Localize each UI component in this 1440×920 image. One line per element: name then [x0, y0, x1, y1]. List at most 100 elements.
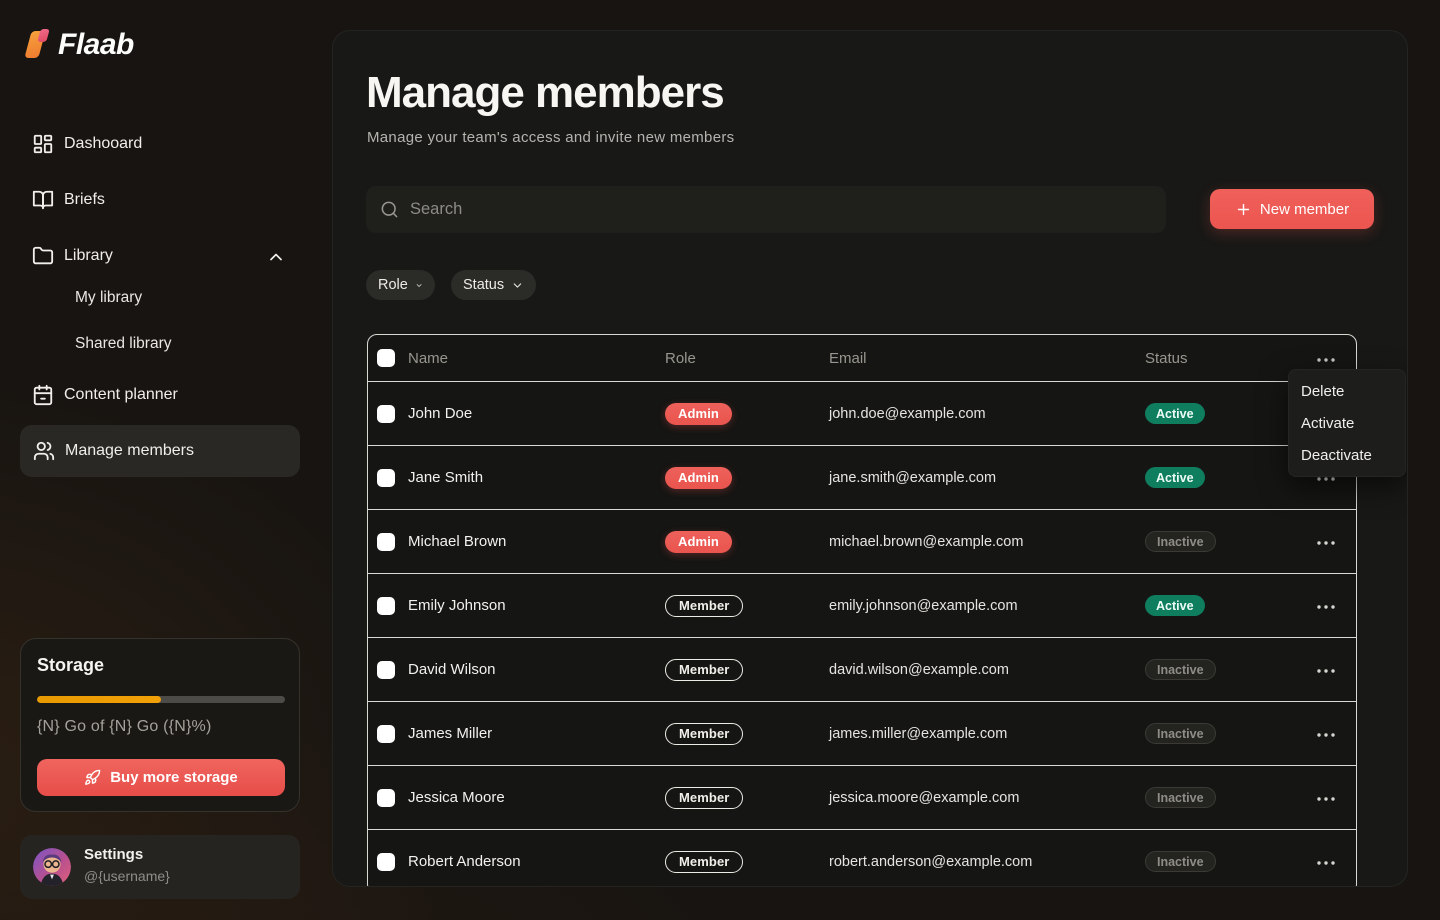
member-email: jane.smith@example.com: [829, 470, 1145, 486]
column-header-role: Role: [665, 350, 829, 367]
search-input[interactable]: [410, 186, 1150, 233]
folder-icon: [32, 245, 54, 267]
row-actions-button[interactable]: [1313, 535, 1339, 551]
row-checkbox[interactable]: [377, 661, 395, 679]
table-row: Emily Johnson Member emily.johnson@examp…: [368, 573, 1356, 637]
sidebar-item-content-planner[interactable]: Content planner: [0, 377, 300, 413]
member-name: John Doe: [408, 405, 665, 422]
row-actions-button[interactable]: [1313, 855, 1339, 871]
member-name: Michael Brown: [408, 533, 665, 550]
member-email: michael.brown@example.com: [829, 534, 1145, 550]
sidebar-item-manage-members[interactable]: Manage members: [20, 425, 300, 477]
ellipsis-icon: [1317, 733, 1335, 737]
chevron-up-icon[interactable]: [266, 247, 286, 267]
row-context-menu: Delete Activate Deactivate: [1288, 369, 1406, 477]
ellipsis-icon: [1317, 541, 1335, 545]
status-filter-label: Status: [463, 277, 504, 293]
sidebar: Flaab Dashooard Briefs Library My librar…: [0, 0, 332, 920]
flaab-logo-icon: [24, 26, 52, 64]
profile-settings[interactable]: Settings @{username}: [20, 835, 300, 899]
role-filter-dropdown[interactable]: Role: [366, 270, 435, 300]
sidebar-item-label: Library: [64, 247, 113, 265]
menu-item-delete[interactable]: Delete: [1289, 375, 1405, 407]
table-body: John Doe Admin john.doe@example.com Acti…: [368, 381, 1356, 887]
menu-item-activate[interactable]: Activate: [1289, 407, 1405, 439]
table-row: James Miller Member james.miller@example…: [368, 701, 1356, 765]
table-row: John Doe Admin john.doe@example.com Acti…: [368, 381, 1356, 445]
status-badge: Inactive: [1145, 787, 1216, 808]
sidebar-item-library[interactable]: Library: [0, 238, 300, 274]
member-email: david.wilson@example.com: [829, 662, 1145, 678]
member-name: Jessica Moore: [408, 789, 665, 806]
ellipsis-icon: [1317, 669, 1335, 673]
chevron-down-icon: [511, 278, 524, 293]
menu-item-deactivate[interactable]: Deactivate: [1289, 439, 1405, 471]
ellipsis-icon: [1317, 797, 1335, 801]
search-icon: [380, 200, 399, 219]
table-row: Jane Smith Admin jane.smith@example.com …: [368, 445, 1356, 509]
storage-title: Storage: [37, 655, 104, 676]
status-badge: Inactive: [1145, 659, 1216, 680]
member-name: David Wilson: [408, 661, 665, 678]
new-member-label: New member: [1260, 201, 1349, 218]
select-all-checkbox[interactable]: [377, 349, 395, 367]
avatar: [33, 848, 71, 886]
row-checkbox[interactable]: [377, 405, 395, 423]
role-badge: Member: [665, 723, 743, 745]
row-checkbox[interactable]: [377, 853, 395, 871]
row-checkbox[interactable]: [377, 597, 395, 615]
search-box: [366, 186, 1166, 233]
sidebar-item-label: Shared library: [75, 335, 172, 353]
buy-more-storage-button[interactable]: Buy more storage: [37, 759, 285, 796]
storage-card: Storage {N} Go of {N} Go ({N}%) Buy more…: [20, 638, 300, 812]
status-badge: Inactive: [1145, 723, 1216, 744]
members-table: Name Role Email Status John Doe Admin jo…: [367, 334, 1357, 887]
storage-progress-fill: [37, 696, 161, 703]
page-subtitle: Manage your team's access and invite new…: [367, 129, 734, 146]
new-member-button[interactable]: New member: [1210, 189, 1374, 229]
users-icon: [33, 440, 55, 462]
sidebar-item-briefs[interactable]: Briefs: [0, 182, 300, 218]
storage-usage-text: {N} Go of {N} Go ({N}%): [37, 718, 211, 736]
sidebar-item-label: Manage members: [65, 442, 194, 460]
member-name: Robert Anderson: [408, 853, 665, 870]
logo-text: Flaab: [58, 28, 134, 62]
role-badge: Member: [665, 787, 743, 809]
row-checkbox[interactable]: [377, 533, 395, 551]
member-email: john.doe@example.com: [829, 406, 1145, 422]
role-badge: Member: [665, 659, 743, 681]
role-filter-label: Role: [378, 277, 408, 293]
plus-icon: [1235, 201, 1252, 218]
role-badge: Admin: [665, 467, 732, 489]
table-row: David Wilson Member david.wilson@example…: [368, 637, 1356, 701]
row-actions-button[interactable]: [1313, 599, 1339, 615]
table-row: Jessica Moore Member jessica.moore@examp…: [368, 765, 1356, 829]
member-email: emily.johnson@example.com: [829, 598, 1145, 614]
column-header-email: Email: [829, 350, 1145, 367]
member-name: James Miller: [408, 725, 665, 742]
row-checkbox[interactable]: [377, 469, 395, 487]
sidebar-item-my-library[interactable]: My library: [0, 282, 300, 314]
sidebar-item-dashboard[interactable]: Dashooard: [0, 126, 300, 162]
chevron-down-icon: [415, 278, 423, 293]
page-title: Manage members: [366, 67, 724, 119]
dashboard-icon: [32, 133, 54, 155]
member-email: jessica.moore@example.com: [829, 790, 1145, 806]
status-badge: Inactive: [1145, 851, 1216, 872]
sidebar-item-shared-library[interactable]: Shared library: [0, 328, 300, 360]
row-checkbox[interactable]: [377, 789, 395, 807]
ellipsis-icon: [1317, 358, 1335, 362]
book-open-icon: [32, 189, 54, 211]
header-actions-button[interactable]: [1313, 352, 1339, 368]
username-label: @{username}: [84, 868, 170, 884]
row-checkbox[interactable]: [377, 725, 395, 743]
status-filter-dropdown[interactable]: Status: [451, 270, 536, 300]
rocket-icon: [84, 769, 101, 786]
logo[interactable]: Flaab: [24, 26, 134, 64]
row-actions-button[interactable]: [1313, 727, 1339, 743]
row-actions-button[interactable]: [1313, 791, 1339, 807]
ellipsis-icon: [1317, 477, 1335, 481]
sidebar-item-label: Briefs: [64, 191, 105, 209]
row-actions-button[interactable]: [1313, 663, 1339, 679]
member-email: james.miller@example.com: [829, 726, 1145, 742]
